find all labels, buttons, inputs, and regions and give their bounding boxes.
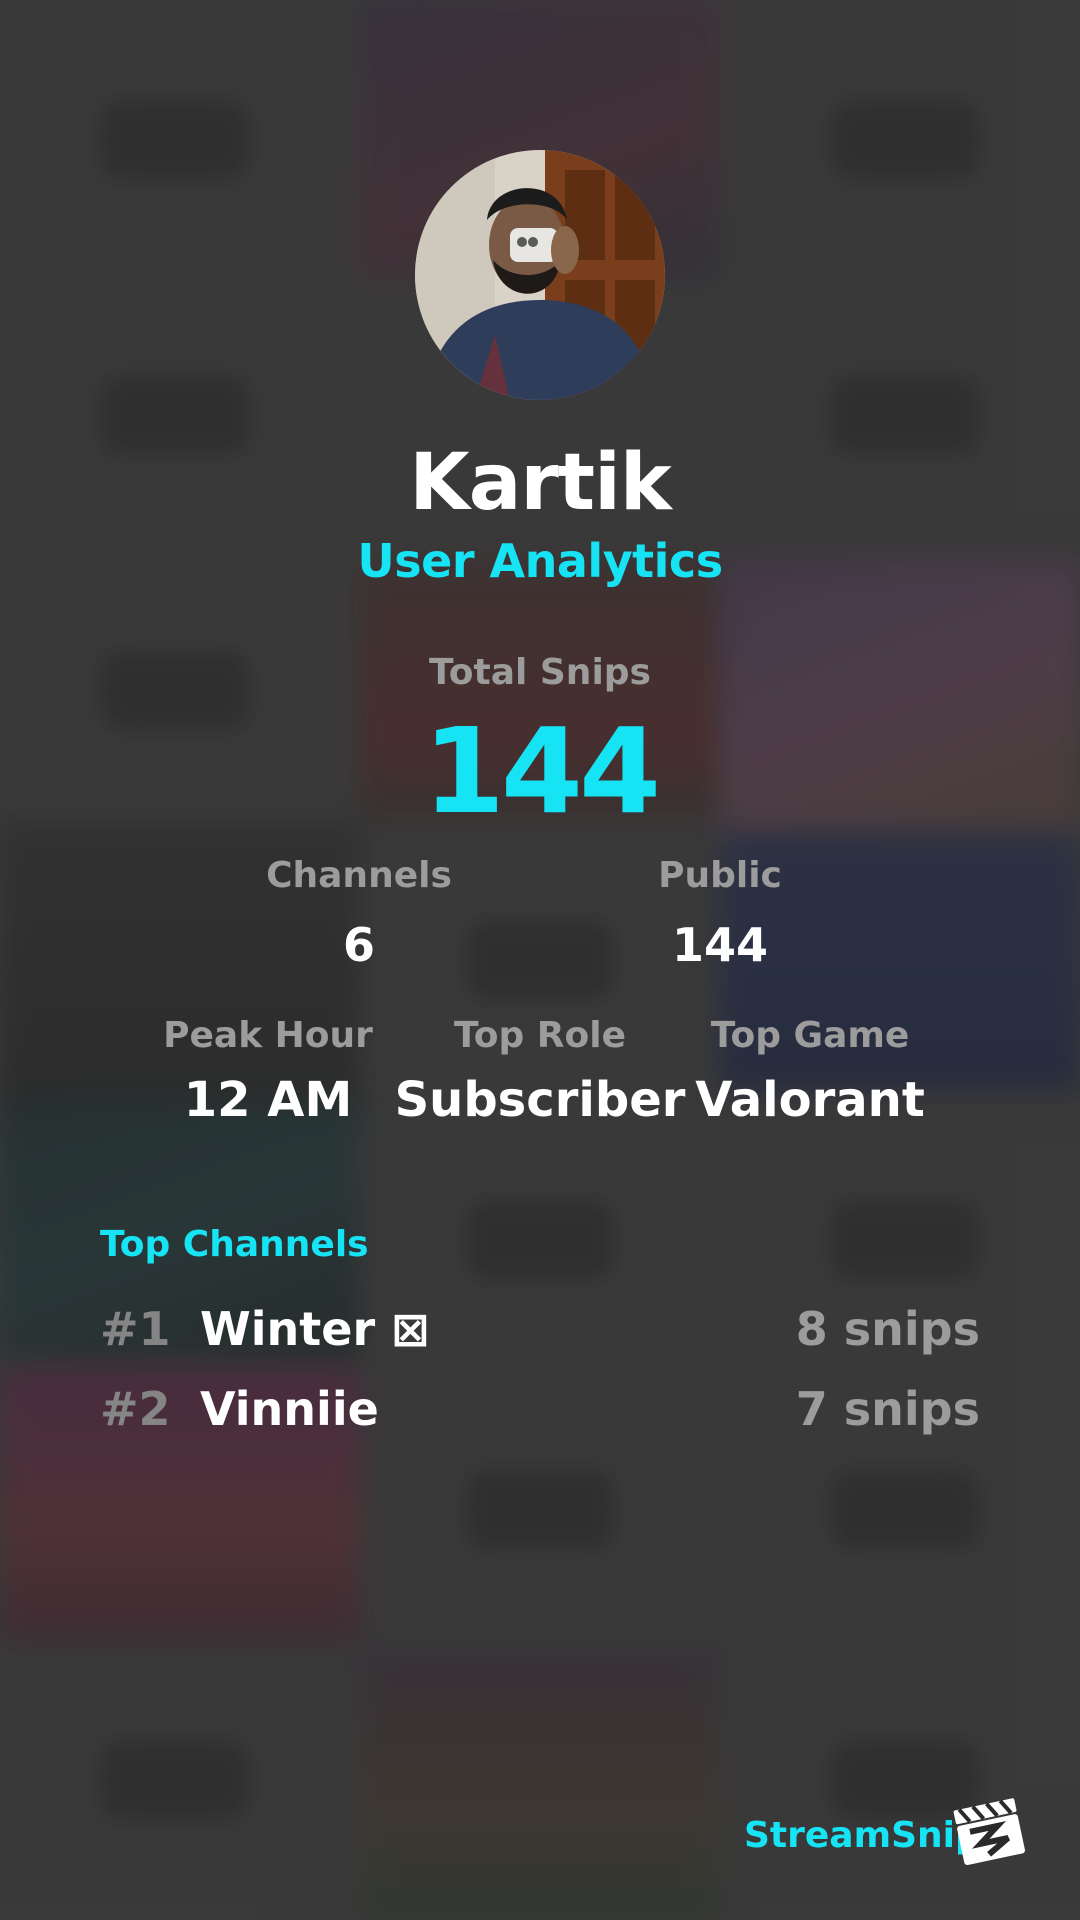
avatar [415,150,665,400]
list-item: #1 Winter ⊠ 8 snips [100,1302,980,1362]
stat-public-label: Public [658,855,782,896]
stat-channels: Channels 6 [234,855,484,972]
stat-top-role-label: Top Role [453,1015,627,1056]
total-snips-value: 144 [422,702,661,840]
channel-snip-count: 8 snips [795,1302,980,1356]
channel-name: Vinniie [200,1382,379,1436]
stat-public: Public 144 [595,855,845,972]
stat-peak-hour-value: 12 AM [183,1072,353,1128]
channel-name: Winter ⊠ [200,1302,430,1356]
stat-peak-hour-label: Peak Hour [163,1015,373,1056]
user-name: Kartik [409,438,671,528]
clapperboard-icon [948,1790,1028,1870]
channel-rank: #2 [100,1382,171,1436]
channel-snip-count: 7 snips [795,1382,980,1436]
stat-public-value: 144 [671,918,769,972]
stat-top-game: Top Game Valorant [675,1015,945,1128]
top-channels-title: Top Channels [100,1224,369,1265]
channel-rank: #1 [100,1302,171,1356]
total-snips-label: Total Snips [429,652,651,693]
stat-peak-hour: Peak Hour 12 AM [143,1015,393,1128]
stat-top-game-value: Valorant [695,1072,925,1128]
list-item: #2 Vinniie 7 snips [100,1382,980,1442]
avatar-photo [415,150,665,400]
stat-top-role-value: Subscriber [394,1072,686,1128]
brand-name: StreamSnip [744,1815,981,1856]
stat-top-game-label: Top Game [710,1015,910,1056]
analytics-card: Kartik User Analytics Total Snips 144 Ch… [0,0,1080,1920]
stat-channels-value: 6 [342,918,375,972]
stat-top-role: Top Role Subscriber [390,1015,690,1128]
page-subtitle: User Analytics [357,534,723,588]
stat-channels-label: Channels [266,855,452,896]
card-content: Kartik User Analytics Total Snips 144 Ch… [0,0,1080,1920]
